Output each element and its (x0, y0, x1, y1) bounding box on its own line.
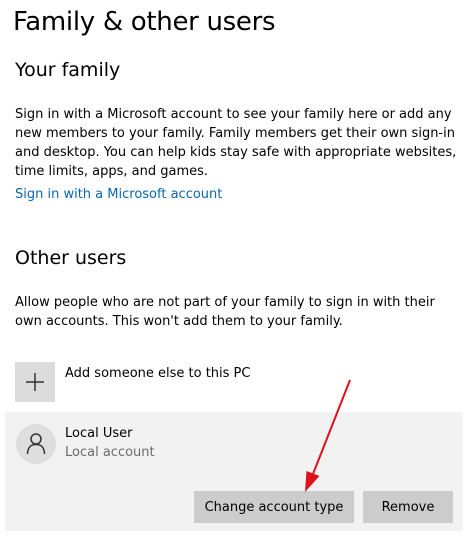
add-someone-button[interactable]: Add someone else to this PC (15, 362, 455, 404)
your-family-heading: Your family (15, 59, 121, 81)
add-icon-tile[interactable] (15, 362, 55, 402)
person-icon (26, 433, 46, 455)
user-account-panel[interactable]: Local User Local account Change account … (5, 412, 463, 531)
change-account-type-button[interactable]: Change account type (194, 491, 354, 523)
page-title: Family & other users (13, 7, 276, 37)
plus-icon (26, 373, 44, 391)
add-someone-label[interactable]: Add someone else to this PC (65, 364, 250, 383)
other-users-description: Allow people who are not part of your fa… (15, 295, 435, 329)
remove-button[interactable]: Remove (363, 491, 453, 523)
avatar (16, 424, 56, 464)
user-account-type: Local account (65, 445, 155, 460)
your-family-description: Sign in with a Microsoft account to see … (15, 107, 457, 179)
settings-page: Family & other users Your family Sign in… (0, 0, 467, 537)
sign-in-microsoft-link[interactable]: Sign in with a Microsoft account (15, 185, 222, 204)
other-users-heading: Other users (15, 247, 127, 269)
user-name: Local User (65, 426, 133, 441)
